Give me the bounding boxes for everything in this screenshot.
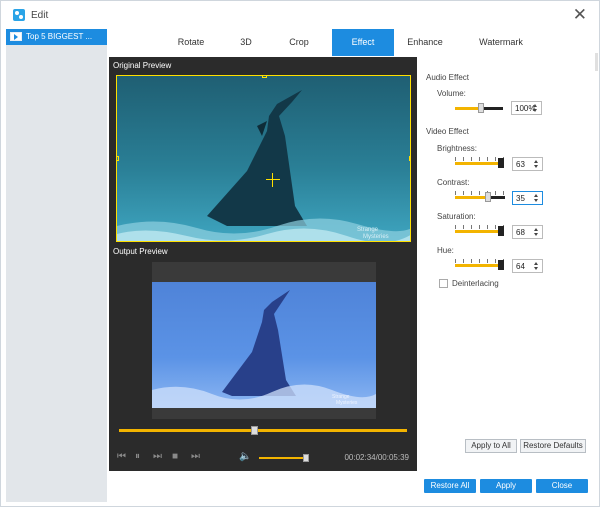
slider-knob[interactable] — [498, 158, 504, 168]
crop-handle-right[interactable] — [409, 156, 410, 161]
deinterlacing-label: Deinterlacing — [452, 279, 499, 288]
close-icon[interactable]: ✕ — [573, 6, 587, 23]
volume-slider[interactable] — [259, 454, 309, 462]
deinterlacing-checkbox[interactable] — [439, 279, 448, 288]
tab-enhance[interactable]: Enhance — [396, 29, 454, 56]
output-preview-label: Output Preview — [113, 247, 168, 256]
restore-all-button[interactable]: Restore All — [424, 479, 476, 493]
original-preview[interactable]: Strange Mysteries — [116, 75, 411, 242]
spin-arrows-icon[interactable] — [533, 192, 540, 204]
forward-icon[interactable]: ⏭ — [153, 451, 162, 462]
hue-slider[interactable] — [455, 259, 505, 271]
restore-defaults-button[interactable]: Restore Defaults — [520, 439, 586, 453]
contrast-label: Contrast: — [437, 178, 470, 187]
slider-knob[interactable] — [478, 103, 484, 113]
output-preview: Strange Mysteries — [152, 262, 376, 419]
spin-arrows-icon[interactable] — [533, 158, 540, 170]
contrast-slider[interactable] — [455, 191, 505, 203]
skip-back-icon[interactable]: ⏮ — [117, 451, 126, 462]
crop-handle-top[interactable] — [262, 76, 267, 78]
tab-bar: Rotate 3D Crop Effect Enhance Watermark — [107, 29, 599, 56]
tab-3d[interactable]: 3D — [221, 29, 271, 56]
tab-effect[interactable]: Effect — [332, 29, 394, 56]
slider-knob[interactable] — [498, 260, 504, 270]
tab-watermark[interactable]: Watermark — [459, 29, 543, 56]
playback-progress-slider[interactable] — [119, 426, 407, 435]
volume-label: Volume: — [437, 89, 466, 98]
saturation-label: Saturation: — [437, 212, 476, 221]
audio-volume-slider[interactable] — [455, 102, 503, 114]
hue-spinbox[interactable]: 64 — [512, 259, 543, 273]
file-list: Top 5 BIGGEST ... — [6, 29, 107, 502]
audio-effect-heading: Audio Effect — [426, 73, 469, 82]
original-video-frame: Strange Mysteries — [117, 76, 410, 241]
brightness-spinbox[interactable]: 63 — [512, 157, 543, 171]
saturation-slider[interactable] — [455, 225, 505, 237]
tab-rotate[interactable]: Rotate — [163, 29, 219, 56]
time-display: 00:02:34/00:05:39 — [344, 453, 409, 462]
brightness-slider[interactable] — [455, 157, 505, 169]
tab-crop[interactable]: Crop — [273, 29, 325, 56]
spin-arrows-icon[interactable] — [533, 226, 540, 238]
hue-label: Hue: — [437, 246, 454, 255]
file-list-item[interactable]: Top 5 BIGGEST ... — [6, 29, 107, 45]
crosshair-icon — [266, 173, 280, 187]
bottom-bar: Restore All Apply Close — [107, 473, 599, 506]
volume-knob[interactable] — [303, 454, 309, 462]
slider-knob[interactable] — [498, 226, 504, 236]
preview-panel: Original Preview Strange Mysteries Outpu… — [109, 57, 417, 471]
file-name: Top 5 BIGGEST ... — [26, 32, 93, 41]
svg-text:Mysteries: Mysteries — [363, 234, 389, 240]
brightness-label: Brightness: — [437, 144, 478, 153]
speaker-icon[interactable]: 🔈 — [239, 451, 251, 462]
apply-to-all-button[interactable]: Apply to All — [465, 439, 517, 453]
contrast-spinbox[interactable]: 35 — [512, 191, 543, 205]
apply-button[interactable]: Apply — [480, 479, 532, 493]
stop-icon[interactable]: ■ — [172, 451, 178, 462]
next-frame-icon[interactable]: ⏭ — [191, 451, 200, 462]
title-bar: Edit ✕ — [1, 1, 599, 29]
volume-spinbox[interactable]: 100% — [511, 101, 542, 115]
original-preview-label: Original Preview — [113, 61, 172, 70]
pause-icon[interactable]: ⏸ — [135, 451, 140, 462]
window-title: Edit — [31, 10, 49, 21]
playback-controls: ⏮ ⏸ ⏭ ■ ⏭ 🔈 00:02:34/00:05:39 — [109, 445, 417, 471]
video-effect-heading: Video Effect — [426, 127, 469, 136]
video-file-icon — [10, 32, 22, 41]
close-button[interactable]: Close — [536, 479, 588, 493]
effect-settings: Audio Effect Volume: 100% Video Effect B… — [419, 57, 599, 471]
saturation-spinbox[interactable]: 68 — [512, 225, 543, 239]
svg-text:Strange: Strange — [357, 227, 379, 233]
crop-handle-left[interactable] — [117, 156, 119, 161]
app-logo-icon — [13, 9, 25, 21]
svg-text:Mysteries: Mysteries — [336, 400, 358, 406]
spin-arrows-icon[interactable] — [533, 260, 540, 272]
slider-knob[interactable] — [485, 192, 491, 202]
edit-window: Edit ✕ Top 5 BIGGEST ... Rotate 3D Crop … — [0, 0, 600, 507]
progress-knob[interactable] — [251, 426, 258, 435]
output-video-frame: Strange Mysteries — [152, 282, 376, 408]
spin-arrows-icon[interactable] — [532, 102, 539, 114]
